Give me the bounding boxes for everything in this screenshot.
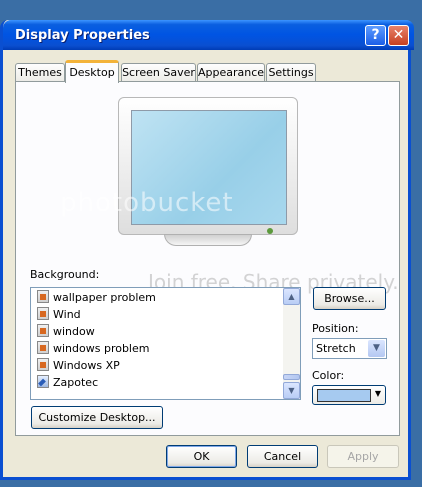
scroll-down-arrow-icon[interactable]: ▼ [283, 382, 300, 399]
list-item-label: Zapotec [53, 376, 99, 389]
list-item-label: Wind [53, 308, 81, 321]
watermark-logo: photobucket [60, 188, 234, 218]
scroll-up-arrow-icon[interactable]: ▲ [283, 288, 300, 305]
close-button[interactable]: ✕ [388, 25, 409, 46]
background-label: Background: [30, 268, 100, 281]
background-list-scrollbar[interactable]: ▲ ▼ [283, 288, 300, 399]
cancel-button[interactable]: Cancel [247, 445, 318, 468]
ok-button[interactable]: OK [166, 445, 237, 468]
list-item-label: window [53, 325, 95, 338]
position-select[interactable]: Stretch ▼ [312, 338, 387, 359]
image-file-icon [37, 324, 49, 337]
chevron-down-icon[interactable]: ▼ [368, 340, 385, 357]
list-item[interactable]: Wind [37, 306, 81, 323]
position-label: Position: [312, 322, 359, 335]
background-list[interactable]: wallpaper problem Wind window windows pr… [30, 287, 301, 400]
image-file-icon [37, 307, 49, 320]
list-item-label: Windows XP [53, 359, 120, 372]
tab-themes[interactable]: Themes [15, 63, 65, 82]
customize-desktop-button[interactable]: Customize Desktop... [31, 406, 163, 429]
list-item-label: windows problem [53, 342, 150, 355]
chevron-down-icon: ▼ [374, 389, 381, 398]
tab-appearance[interactable]: Appearance [197, 63, 265, 82]
tab-screen-saver[interactable]: Screen Saver [121, 63, 196, 82]
wallpaper-file-icon [37, 375, 49, 388]
help-button[interactable]: ? [365, 25, 386, 46]
color-picker-button[interactable]: ▼ [312, 385, 386, 405]
apply-button[interactable]: Apply [327, 445, 399, 468]
window-title: Display Properties [15, 28, 150, 43]
monitor-preview [118, 97, 298, 253]
tab-settings[interactable]: Settings [266, 63, 316, 82]
color-label: Color: [312, 369, 345, 382]
list-item[interactable]: Windows XP [37, 357, 120, 374]
list-item[interactable]: Zapotec [37, 374, 98, 391]
browse-button[interactable]: Browse... [313, 287, 386, 310]
power-led-icon [267, 228, 273, 234]
image-file-icon [37, 290, 49, 303]
list-item-label: wallpaper problem [53, 291, 156, 304]
title-bar[interactable]: Display Properties ? ✕ [3, 20, 414, 50]
tab-desktop[interactable]: Desktop [65, 60, 119, 83]
list-item[interactable]: window [37, 323, 95, 340]
position-value: Stretch [316, 342, 356, 355]
list-item[interactable]: windows problem [37, 340, 149, 357]
scroll-thumb[interactable] [283, 374, 300, 380]
list-item[interactable]: wallpaper problem [37, 289, 156, 306]
monitor-stand [164, 234, 252, 246]
image-file-icon [37, 341, 49, 354]
color-swatch [317, 389, 371, 402]
image-file-icon [37, 358, 49, 371]
